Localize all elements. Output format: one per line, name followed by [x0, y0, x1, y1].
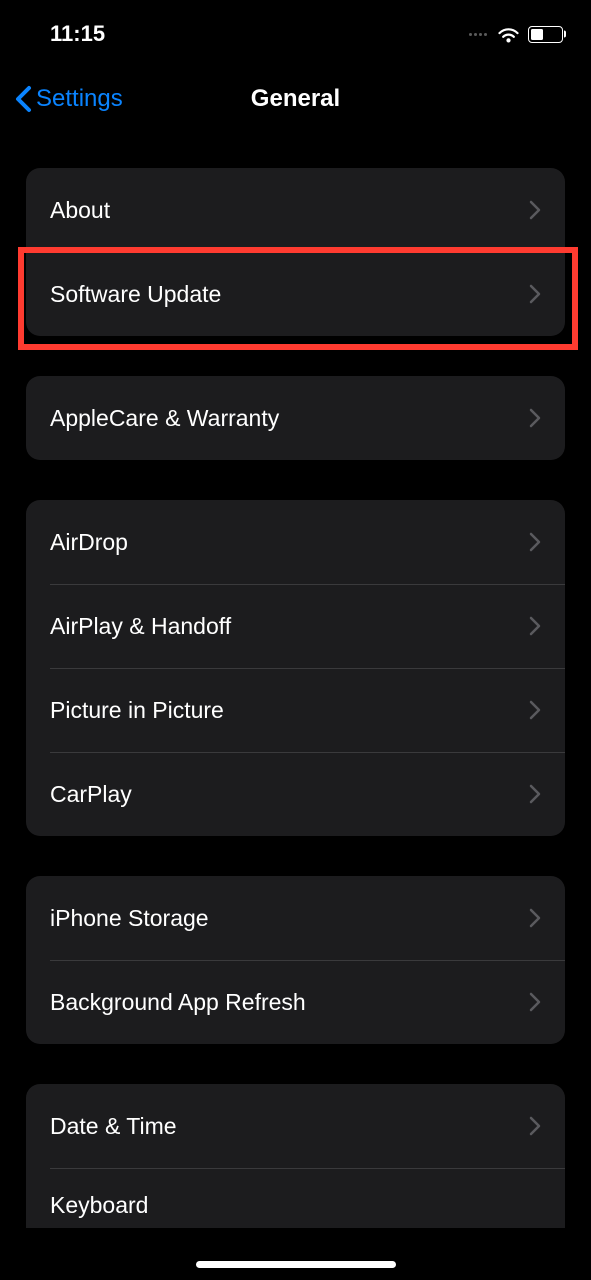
settings-group-about: About Software Update [26, 168, 565, 336]
row-label: iPhone Storage [50, 905, 209, 932]
row-label: CarPlay [50, 781, 132, 808]
back-button[interactable]: Settings [14, 85, 123, 113]
settings-group-airdrop: AirDrop AirPlay & Handoff Picture in Pic… [26, 500, 565, 836]
home-indicator[interactable] [196, 1261, 396, 1268]
row-date-time[interactable]: Date & Time [26, 1084, 565, 1168]
settings-group-applecare: AppleCare & Warranty [26, 376, 565, 460]
page-title: General [251, 85, 340, 113]
row-iphone-storage[interactable]: iPhone Storage [26, 876, 565, 960]
wifi-icon [497, 26, 520, 43]
row-label: Keyboard [50, 1192, 148, 1219]
row-label: AirDrop [50, 529, 128, 556]
chevron-left-icon [14, 85, 32, 113]
chevron-right-icon [529, 992, 541, 1012]
settings-group-storage: iPhone Storage Background App Refresh [26, 876, 565, 1044]
status-bar: 11:15 [0, 0, 591, 56]
back-label: Settings [36, 85, 123, 113]
row-label: About [50, 197, 110, 224]
row-label: AirPlay & Handoff [50, 613, 231, 640]
row-airdrop[interactable]: AirDrop [26, 500, 565, 584]
chevron-right-icon [529, 532, 541, 552]
chevron-right-icon [529, 408, 541, 428]
row-airplay[interactable]: AirPlay & Handoff [26, 584, 565, 668]
chevron-right-icon [529, 1116, 541, 1136]
chevron-right-icon [529, 784, 541, 804]
row-carplay[interactable]: CarPlay [26, 752, 565, 836]
row-pip[interactable]: Picture in Picture [26, 668, 565, 752]
row-label: AppleCare & Warranty [50, 405, 279, 432]
row-applecare[interactable]: AppleCare & Warranty [26, 376, 565, 460]
chevron-right-icon [529, 908, 541, 928]
chevron-right-icon [529, 284, 541, 304]
row-background-refresh[interactable]: Background App Refresh [26, 960, 565, 1044]
chevron-right-icon [529, 700, 541, 720]
navigation-header: Settings General [0, 56, 591, 136]
row-keyboard[interactable]: Keyboard [26, 1168, 565, 1228]
row-label: Date & Time [50, 1113, 177, 1140]
chevron-right-icon [529, 200, 541, 220]
status-indicators [469, 26, 563, 43]
row-label: Picture in Picture [50, 697, 224, 724]
chevron-right-icon [529, 616, 541, 636]
row-software-update[interactable]: Software Update [26, 252, 565, 336]
row-about[interactable]: About [26, 168, 565, 252]
status-time: 11:15 [50, 21, 105, 47]
battery-icon [528, 26, 563, 43]
settings-group-datetime: Date & Time Keyboard [26, 1084, 565, 1228]
row-label: Software Update [50, 281, 221, 308]
row-label: Background App Refresh [50, 989, 306, 1016]
cellular-dots-icon [469, 33, 487, 36]
settings-content: About Software Update AppleCare & Warran… [0, 168, 591, 1228]
